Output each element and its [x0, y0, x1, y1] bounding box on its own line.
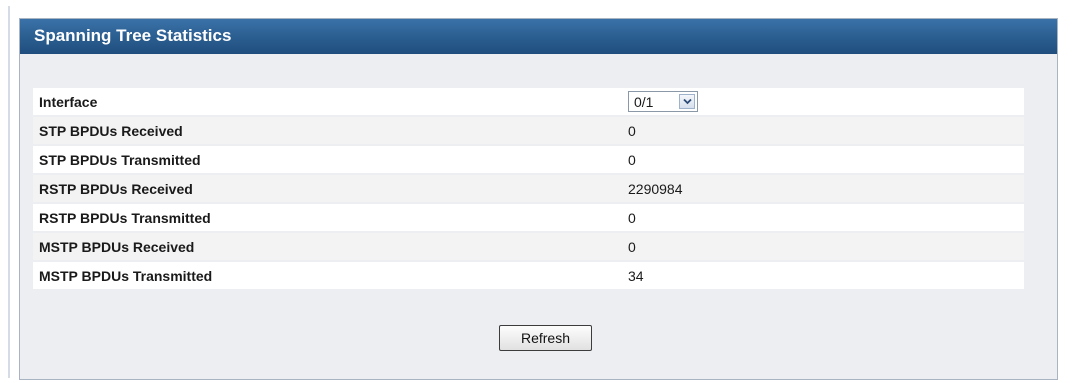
stat-label: MSTP BPDUs Transmitted: [33, 262, 622, 289]
table-row: RSTP BPDUs Received 2290984: [33, 175, 1024, 202]
stat-value: 0: [622, 204, 1024, 231]
interface-label: Interface: [33, 88, 622, 115]
stat-label: MSTP BPDUs Received: [33, 233, 622, 260]
stat-value: 34: [622, 262, 1024, 289]
stat-value: 0: [622, 146, 1024, 173]
table-row-interface: Interface 0/1: [33, 88, 1024, 115]
panel-header: Spanning Tree Statistics: [20, 19, 1057, 54]
page: Spanning Tree Statistics Interface 0/1 S…: [0, 0, 1073, 383]
table-row: STP BPDUs Transmitted 0: [33, 146, 1024, 173]
chevron-down-icon[interactable]: [679, 94, 695, 109]
page-left-rule: [8, 6, 10, 378]
interface-value-cell: 0/1: [622, 88, 1024, 115]
table-row: MSTP BPDUs Received 0: [33, 233, 1024, 260]
statistics-table: Interface 0/1 STP BPDUs Received 0 STP B…: [33, 86, 1024, 291]
stat-label: STP BPDUs Transmitted: [33, 146, 622, 173]
interface-select-value: 0/1: [634, 94, 654, 110]
stat-value: 0: [622, 233, 1024, 260]
table-row: STP BPDUs Received 0: [33, 117, 1024, 144]
table-row: MSTP BPDUs Transmitted 34: [33, 262, 1024, 289]
stat-label: RSTP BPDUs Received: [33, 175, 622, 202]
table-row: RSTP BPDUs Transmitted 0: [33, 204, 1024, 231]
refresh-button[interactable]: Refresh: [499, 325, 592, 351]
panel-title: Spanning Tree Statistics: [34, 26, 232, 45]
stat-label: RSTP BPDUs Transmitted: [33, 204, 622, 231]
stat-value: 0: [622, 117, 1024, 144]
stat-label: STP BPDUs Received: [33, 117, 622, 144]
stat-value: 2290984: [622, 175, 1024, 202]
interface-select[interactable]: 0/1: [628, 91, 698, 112]
